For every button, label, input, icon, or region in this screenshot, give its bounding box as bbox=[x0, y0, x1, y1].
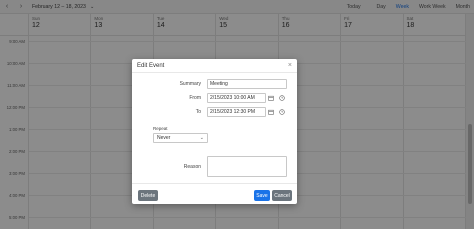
close-icon[interactable]: × bbox=[288, 62, 292, 69]
edit-event-dialog: Edit Event × Summary Meeting From 2/15/2… bbox=[132, 59, 297, 204]
cancel-button[interactable]: Cancel bbox=[272, 190, 292, 201]
to-label: To bbox=[195, 109, 201, 115]
reason-textarea[interactable] bbox=[207, 156, 287, 177]
repeat-value: Never bbox=[157, 135, 171, 141]
from-datetime-input[interactable]: 2/15/2023 10:00 AM bbox=[207, 93, 266, 103]
save-button[interactable]: Save bbox=[254, 190, 270, 201]
from-label: From bbox=[189, 95, 201, 101]
summary-label: Summary bbox=[179, 81, 201, 87]
dialog-header: Edit Event × bbox=[132, 59, 297, 73]
summary-input[interactable]: Meeting bbox=[207, 79, 287, 89]
dialog-title: Edit Event bbox=[137, 62, 165, 69]
reason-label: Reason bbox=[183, 164, 201, 170]
clock-icon[interactable] bbox=[278, 108, 286, 116]
repeat-select[interactable]: Never ⌄ bbox=[153, 133, 208, 143]
repeat-label: Repeat bbox=[153, 126, 168, 131]
chevron-down-icon: ⌄ bbox=[199, 135, 204, 141]
dialog-footer: Delete Save Cancel bbox=[132, 183, 297, 204]
clock-icon[interactable] bbox=[278, 94, 286, 102]
calendar-icon[interactable] bbox=[267, 94, 275, 102]
delete-button[interactable]: Delete bbox=[138, 190, 158, 201]
calendar-icon[interactable] bbox=[267, 108, 275, 116]
to-datetime-input[interactable]: 2/15/2023 12:30 PM bbox=[207, 107, 266, 117]
